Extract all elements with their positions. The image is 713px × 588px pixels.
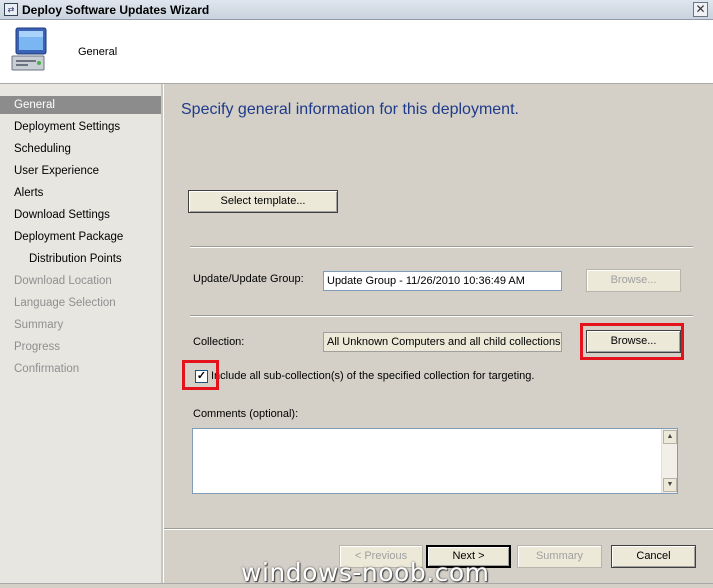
nav-item-deployment-package[interactable]: Deployment Package <box>0 228 161 246</box>
scroll-up-icon[interactable]: ▲ <box>663 430 677 444</box>
header-section-title: General <box>78 46 118 58</box>
separator <box>190 315 693 317</box>
summary-button[interactable]: Summary <box>517 545 602 568</box>
scroll-down-icon[interactable]: ▼ <box>663 478 677 492</box>
cancel-button[interactable]: Cancel <box>611 545 696 568</box>
nav-item-progress: Progress <box>14 341 61 353</box>
watermark: windows-noob.com <box>241 558 490 587</box>
nav-item-language-selection: Language Selection <box>14 297 116 309</box>
nav-item-download-location: Download Location <box>14 275 112 287</box>
wizard-header: General <box>0 20 713 84</box>
nav-item-alerts[interactable]: Alerts <box>0 184 161 202</box>
nav-item-summary: Summary <box>14 319 64 331</box>
nav-item-confirmation: Confirmation <box>14 363 80 375</box>
highlight-box <box>182 360 219 390</box>
footer-separator <box>164 528 713 530</box>
comments-label: Comments (optional): <box>193 408 299 420</box>
browse-update-button[interactable]: Browse... <box>586 269 681 292</box>
title-bar: ⇄ Deploy Software Updates Wizard ✕ <box>0 0 713 20</box>
window-title: Deploy Software Updates Wizard <box>22 3 210 17</box>
select-template-button[interactable]: Select template... <box>188 190 338 213</box>
wizard-app-icon: ⇄ <box>4 3 18 16</box>
collection-label: Collection: <box>193 336 245 348</box>
nav-item-user-experience[interactable]: User Experience <box>0 162 161 180</box>
page-heading: Specify general information for this dep… <box>181 101 519 118</box>
update-group-field[interactable]: Update Group - 11/26/2010 10:36:49 AM <box>323 271 562 291</box>
comments-scrollbar[interactable]: ▲ ▼ <box>661 429 677 493</box>
nav-item-deployment-settings[interactable]: Deployment Settings <box>0 118 161 136</box>
separator <box>190 246 693 248</box>
close-icon[interactable]: ✕ <box>693 2 708 17</box>
collection-field[interactable]: All Unknown Computers and all child coll… <box>323 332 562 352</box>
comments-text <box>193 429 677 433</box>
nav-item-general[interactable]: General <box>0 96 161 114</box>
main-content: Specify general information for this dep… <box>164 84 713 588</box>
nav-item-scheduling[interactable]: Scheduling <box>0 140 161 158</box>
highlight-box <box>580 323 684 360</box>
nav-item-download-settings[interactable]: Download Settings <box>0 206 161 224</box>
nav-item-distribution-points[interactable]: Distribution Points <box>0 250 161 268</box>
comments-textarea[interactable]: ▲ ▼ <box>192 428 678 494</box>
computer-icon <box>11 27 47 71</box>
update-group-label: Update/Update Group: <box>193 273 304 285</box>
wizard-navigation: General Deployment Settings Scheduling User… <box>0 84 163 588</box>
include-subcollections-label: Include all sub-collection(s) of the spe… <box>211 370 535 382</box>
